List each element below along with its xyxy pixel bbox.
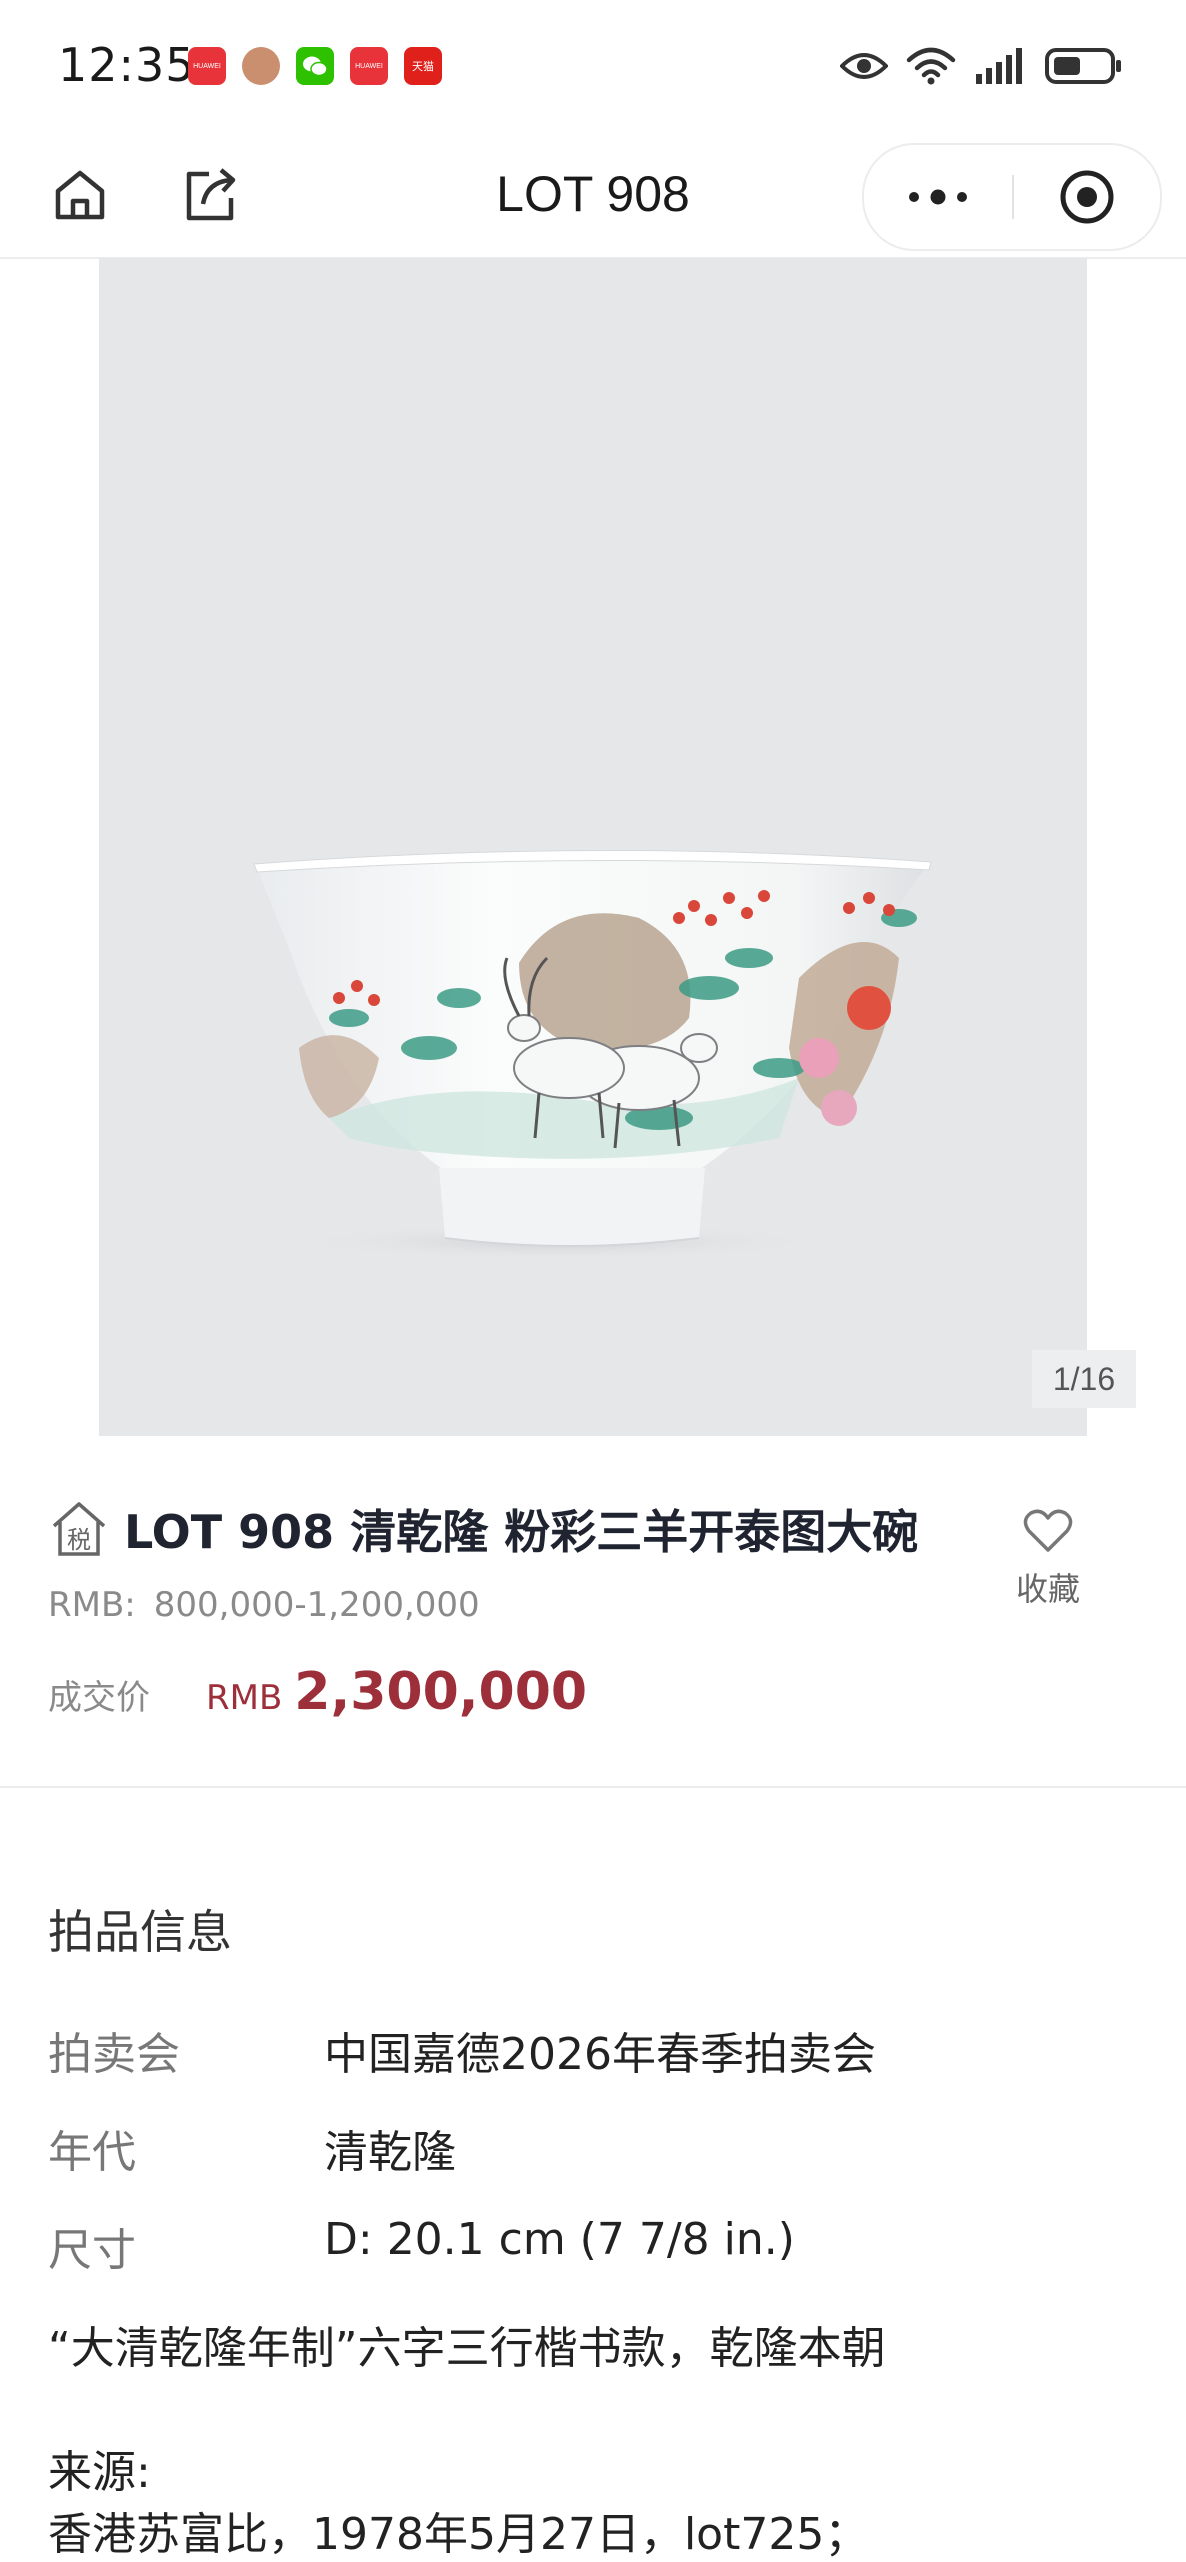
- detail-value: 清乾隆: [324, 2127, 456, 2178]
- reign-mark-note: “大清乾隆年制”六字三行楷书款，乾隆本朝: [48, 2323, 886, 2374]
- estimate-value: 800,000-1,200,000: [153, 1585, 480, 1625]
- provenance-entry: 香港苏富比，1978年5月27日，lot725；: [48, 2509, 869, 2560]
- wechat-notification-icon: [296, 47, 334, 85]
- wifi-icon: [906, 47, 956, 85]
- battery-icon: [1045, 48, 1121, 84]
- tax-house-icon: 税: [52, 1502, 106, 1556]
- system-icons: [840, 44, 1124, 88]
- lot-title-row: 税 LOT 908 清乾隆 粉彩三羊开泰图大碗: [48, 1496, 918, 1562]
- detail-key: 年代: [48, 2127, 136, 2178]
- estimate: RMB: 800,000-1,200,000: [48, 1585, 480, 1625]
- mini-program-capsule: [862, 143, 1162, 251]
- close-target-icon: [1060, 170, 1114, 224]
- image-counter: 1/16: [1032, 1350, 1136, 1408]
- hammer-price-label: 成交价: [48, 1678, 150, 1718]
- section-title-lot-info: 拍品信息: [48, 1905, 232, 1959]
- hammer-price-value: 2,300,000: [294, 1662, 588, 1722]
- detail-key: 拍卖会: [48, 2029, 180, 2080]
- hammer-price-currency: RMB: [206, 1678, 283, 1718]
- more-icon: [909, 189, 967, 205]
- detail-value: 中国嘉德2026年春季拍卖会: [324, 2029, 876, 2080]
- status-time: 12:35: [58, 38, 196, 92]
- detail-key: 尺寸: [48, 2225, 136, 2276]
- estimate-label: RMB:: [48, 1585, 136, 1625]
- section-divider: [0, 1786, 1186, 1788]
- favorite-label: 收藏: [1015, 1570, 1080, 1608]
- huawei-store-notification-icon: HUAWEI: [188, 47, 226, 85]
- favorite-button[interactable]: 收藏: [1008, 1508, 1088, 1610]
- eye-icon: [840, 53, 888, 79]
- detail-row-auction: 拍卖会 中国嘉德2026年春季拍卖会: [48, 2018, 876, 2082]
- huawei-store-notification-icon-2: HUAWEI: [350, 47, 388, 85]
- famille-rose-bowl-image: [253, 849, 932, 1260]
- tmall-notification-icon: 天猫: [404, 47, 442, 85]
- status-bar: 12:35 HUAWEI HUAWEI 天猫: [0, 0, 1186, 135]
- lot-title: LOT 908 清乾隆 粉彩三羊开泰图大碗: [124, 1505, 919, 1559]
- provenance-label: 来源:: [48, 2447, 151, 2498]
- lot-image-carousel[interactable]: [99, 258, 1087, 1436]
- detail-row-period: 年代 清乾隆: [48, 2116, 456, 2180]
- navigation-bar: LOT 908: [0, 135, 1186, 259]
- detail-value: D: 20.1 cm (7 7/8 in.): [324, 2214, 795, 2265]
- close-mini-program-button[interactable]: [1014, 145, 1160, 249]
- more-button[interactable]: [864, 145, 1012, 249]
- detail-row-size: 尺寸 D: 20.1 cm (7 7/8 in.): [48, 2214, 795, 2278]
- avatar-notification-icon: [242, 47, 280, 85]
- signal-icon: [976, 48, 1022, 84]
- heart-icon: [1023, 1509, 1073, 1552]
- hammer-price-row: 成交价 RMB 2,300,000: [48, 1662, 587, 1722]
- tax-badge-text: 税: [67, 1526, 91, 1554]
